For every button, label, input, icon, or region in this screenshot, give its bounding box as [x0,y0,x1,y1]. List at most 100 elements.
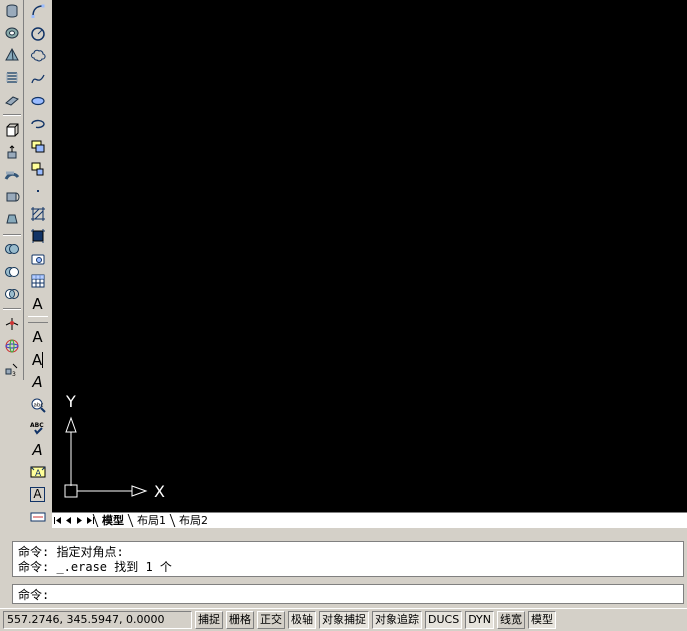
next-tab-button[interactable] [74,514,85,527]
status-toggle[interactable]: DYN [465,611,495,629]
status-toggle[interactable]: 正交 [257,611,285,629]
arc-button[interactable] [28,1,48,21]
status-toggle[interactable]: 对象追踪 [372,611,422,629]
draw-toolbar: A A A Aabc ABC A A A [25,0,50,530]
status-toggle[interactable]: 栅格 [226,611,254,629]
3d-rotate-button[interactable] [2,337,22,357]
command-line[interactable]: 命令: [12,584,684,604]
gradient-icon [30,228,46,244]
table-button[interactable] [28,271,48,291]
presspull-icon [4,144,20,160]
text-frame-button[interactable]: A [28,485,48,505]
ellipse-button[interactable] [28,91,48,111]
point-icon [30,183,46,199]
status-toggle[interactable]: 模型 [528,611,557,629]
region-button[interactable] [28,249,48,269]
status-bar: 557.2746, 345.5947, 0.0000 捕捉 栅格 正交 极轴 对象捕捉对… [0,608,687,631]
gradient-button[interactable] [28,226,48,246]
prev-tab-button[interactable] [63,514,74,527]
spell-check-button[interactable]: ABC [28,417,48,437]
subtract-icon [4,264,20,280]
command-history-line: 命令: 指定对角点: [18,545,124,559]
make-block-button[interactable] [28,159,48,179]
helix-icon [4,70,20,86]
mtext-button[interactable]: A [28,294,48,314]
tab-model[interactable]: 模型 [96,514,131,527]
subtract-button[interactable] [2,262,22,282]
3d-move-button[interactable] [2,314,22,334]
insert-block-icon [30,138,46,154]
status-toggle[interactable]: DUCS [425,611,463,629]
circle-icon [30,26,46,42]
text-justify-button[interactable]: A [28,462,48,482]
cylinder-button[interactable] [2,1,22,21]
toolbar-separator [2,308,21,311]
pyramid-button[interactable] [2,46,22,66]
extrude-button[interactable] [2,120,22,140]
hatch-button[interactable] [28,204,48,224]
sweep-button[interactable] [2,165,22,185]
toolbar-separator [2,233,21,236]
helix-button[interactable] [2,68,22,88]
edit-text-icon: A [31,350,44,369]
ucs-x-label: X [154,482,165,501]
coordinate-display[interactable]: 557.2746, 345.5947, 0.0000 [3,611,192,629]
command-window: 命令: 指定对角点: 命令: _.erase 找到 1 个 命令: [0,532,687,606]
revcloud-icon [30,48,46,64]
ellipse-arc-icon [30,116,46,132]
table-icon [30,273,46,289]
drawing-canvas[interactable]: Y X [52,0,687,512]
modeling-toolbar: 3 [0,0,24,380]
region-icon [30,251,46,267]
command-history-line: 命令: _.erase 找到 1 个 [18,560,172,574]
torus-button[interactable] [2,23,22,43]
text-convert-icon [30,509,46,525]
loft-icon [4,211,20,227]
3d-rotate-icon [4,338,20,354]
status-toggle[interactable]: 对象捕捉 [319,611,369,629]
svg-text:ABC: ABC [30,422,44,429]
pyramid-icon [4,47,20,63]
tab-layout1[interactable]: 布局1 [131,514,173,527]
revcloud-button[interactable] [28,46,48,66]
text-convert-button[interactable] [28,507,48,527]
first-tab-button[interactable] [52,514,63,527]
cylinder-icon [4,3,20,19]
loft-button[interactable] [2,209,22,229]
hatch-icon [30,206,46,222]
text-button[interactable]: A [28,327,48,347]
intersect-button[interactable] [2,284,22,304]
tab-layout2[interactable]: 布局2 [173,514,215,527]
command-input[interactable] [49,585,683,603]
3d-align-button[interactable]: 3 [2,359,22,379]
planar-surface-button[interactable] [2,90,22,110]
torus-icon [4,25,20,41]
text-frame-icon: A [30,487,45,502]
status-toggle[interactable]: 线宽 [497,611,526,629]
presspull-button[interactable] [2,143,22,163]
status-toggle[interactable]: 捕捉 [195,611,223,629]
toolbar-grip[interactable] [27,316,48,323]
3d-align-icon: 3 [4,361,20,377]
ellipse-arc-button[interactable] [28,114,48,134]
mtext-icon: A [32,294,43,313]
text-style-button[interactable]: A [28,372,48,392]
layout-tab-bar: 模型 布局1 布局2 [52,512,687,528]
command-history: 命令: 指定对角点: 命令: _.erase 找到 1 个 [12,541,684,577]
3d-move-icon [4,316,20,332]
find-text-icon: abc [30,397,46,413]
union-button[interactable] [2,240,22,260]
revolve-icon [4,189,20,205]
point-button[interactable] [28,181,48,201]
find-text-button[interactable]: abc [28,395,48,415]
planar-surface-icon [4,92,20,108]
text-scale-button[interactable]: A [28,440,48,460]
sweep-icon [4,167,20,183]
spline-button[interactable] [28,69,48,89]
make-block-icon [30,161,46,177]
circle-button[interactable] [28,24,48,44]
revolve-button[interactable] [2,187,22,207]
insert-block-button[interactable] [28,136,48,156]
edit-text-button[interactable]: A [28,350,48,370]
status-toggle[interactable]: 极轴 [288,611,316,629]
